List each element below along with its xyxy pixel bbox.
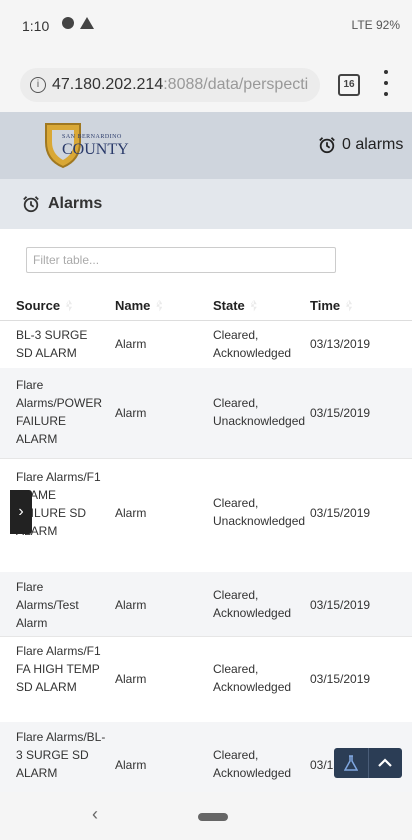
cell-name: Alarm	[115, 598, 147, 612]
browser-menu-button[interactable]	[380, 70, 392, 96]
column-header-source[interactable]: Source	[16, 298, 73, 313]
cell-state: Cleared, Unacknowledged	[213, 396, 305, 428]
cell-name: Alarm	[115, 406, 147, 420]
alarm-count-label: 0 alarms	[342, 136, 404, 153]
cell-source: BL-3 SURGE SD ALARM	[16, 328, 88, 360]
cell-state: Cleared, Unacknowledged	[213, 496, 305, 528]
alarm-clock-icon	[23, 196, 39, 213]
county-logo: SAN BERNARDINO COUNTY	[38, 120, 148, 170]
url-host: 47.180.202.214	[52, 76, 164, 93]
alarms-section-header: Alarms	[0, 179, 412, 229]
drawer-toggle-button[interactable]: ›	[10, 490, 32, 534]
table-header: Source Name State Time	[0, 290, 412, 321]
chevron-right-icon: ›	[18, 503, 24, 520]
back-button[interactable]: ‹	[92, 804, 98, 825]
address-bar[interactable]: i 47.180.202.214:8088/data/perspecti	[20, 68, 320, 102]
info-icon[interactable]: i	[30, 77, 46, 93]
status-time: 1:10	[22, 18, 50, 34]
system-nav-bar: ‹	[0, 792, 412, 840]
table-row[interactable]: Flare Alarms/F1 FA HIGH TEMP SD ALARM Al…	[0, 636, 412, 723]
section-title: Alarms	[48, 195, 103, 212]
alarm-clock-icon	[319, 137, 335, 154]
chevron-up-icon	[378, 758, 393, 767]
table-row[interactable]: Flare Alarms/POWER FAILURE ALARM Alarm C…	[0, 368, 412, 459]
table-row[interactable]: BL-3 SURGE SD ALARM Alarm Cleared, Ackno…	[0, 320, 412, 369]
cell-time: 03/15/2019	[310, 406, 371, 420]
status-bar: 1:10 LTE 92%	[0, 0, 412, 60]
sort-icon	[156, 299, 163, 312]
cell-time: 03/13/2019	[310, 337, 371, 351]
column-header-time[interactable]: Time	[310, 298, 353, 313]
cell-source: Flare Alarms/Test Alarm	[16, 580, 79, 630]
tab-switcher-button[interactable]: 16	[338, 74, 360, 96]
column-header-name[interactable]: Name	[115, 298, 163, 313]
cell-time: 03/15/2019	[310, 598, 371, 612]
drive-icon	[80, 17, 94, 29]
logo-caption: SAN BERNARDINO	[62, 134, 122, 140]
cell-name: Alarm	[115, 672, 147, 686]
table-row[interactable]: Flare Alarms/F1 FLAME FAILURE SD ALARM A…	[0, 458, 412, 573]
cell-name: Alarm	[115, 506, 147, 520]
notification-icon	[62, 17, 74, 29]
alarm-count[interactable]: 0 alarms	[318, 136, 403, 154]
app-header: SAN BERNARDINO COUNTY 0 alarms	[0, 112, 412, 179]
browser-bar: i 47.180.202.214:8088/data/perspecti 16	[0, 60, 412, 112]
flask-icon	[343, 755, 358, 771]
cell-source: Flare Alarms/BL-3 SURGE SD ALARM	[16, 730, 106, 780]
status-indicators: LTE 92%	[351, 18, 400, 32]
cell-state: Cleared, Acknowledged	[213, 662, 292, 694]
cell-source: Flare Alarms/POWER FAILURE ALARM	[16, 378, 103, 446]
cell-time: 03/15/2019	[310, 672, 371, 686]
floating-actions	[334, 748, 402, 778]
cell-name: Alarm	[115, 758, 147, 772]
cell-state: Cleared, Acknowledged	[213, 588, 292, 620]
cell-time: 03/15/2019	[310, 506, 371, 520]
flask-button[interactable]	[334, 748, 369, 778]
column-header-state[interactable]: State	[213, 298, 257, 313]
url-path: :8088/data/perspecti	[163, 76, 309, 93]
home-button[interactable]	[198, 813, 228, 821]
alarm-table-body: BL-3 SURGE SD ALARM Alarm Cleared, Ackno…	[0, 320, 412, 792]
scroll-up-button[interactable]	[369, 748, 403, 778]
sort-icon	[346, 299, 353, 312]
table-row[interactable]: Flare Alarms/Test Alarm Alarm Cleared, A…	[0, 572, 412, 637]
filter-table-input[interactable]	[26, 247, 336, 273]
cell-source: Flare Alarms/F1 FA HIGH TEMP SD ALARM	[16, 644, 101, 694]
cell-state: Cleared, Acknowledged	[213, 328, 292, 360]
logo-title: COUNTY	[62, 141, 129, 158]
sort-icon	[66, 299, 73, 312]
cell-state: Cleared, Acknowledged	[213, 748, 292, 780]
sort-icon	[250, 299, 257, 312]
cell-name: Alarm	[115, 337, 147, 351]
